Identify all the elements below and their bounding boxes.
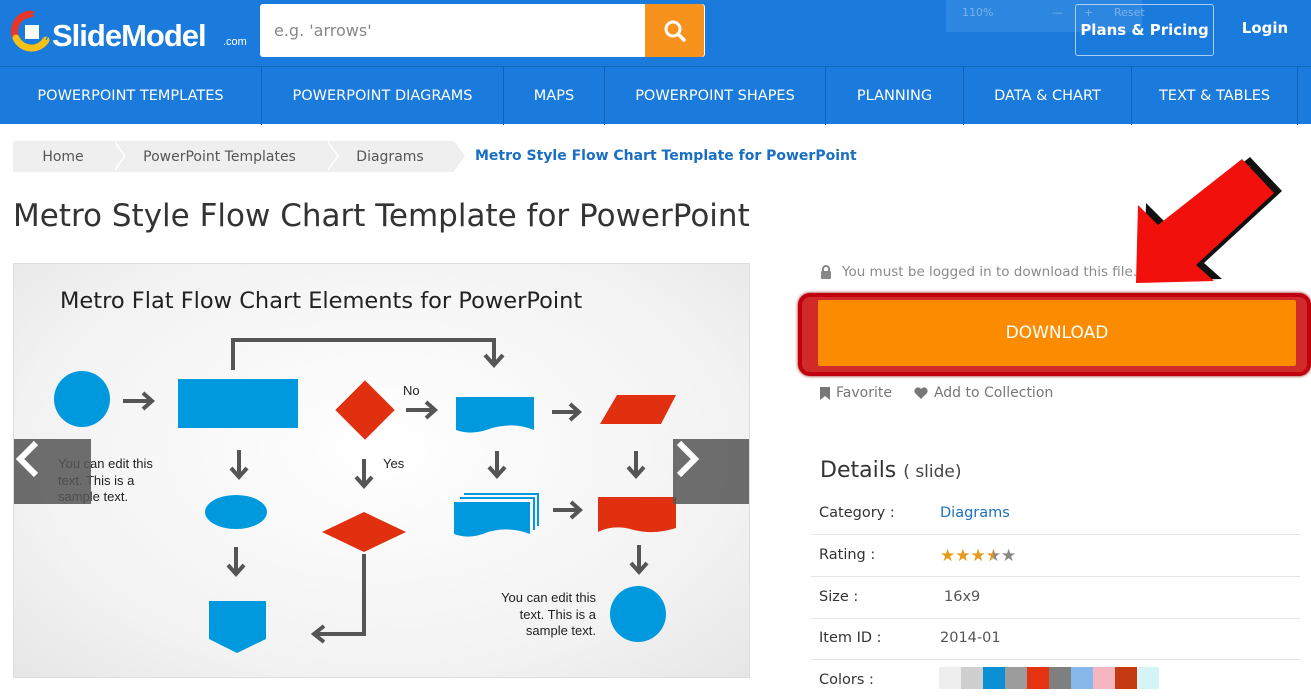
- color-swatch: [1137, 667, 1159, 689]
- add-to-collection-button[interactable]: Add to Collection: [914, 385, 1053, 401]
- chevron-right-icon: [676, 440, 700, 478]
- page-title: Metro Style Flow Chart Template for Powe…: [13, 198, 750, 234]
- heart-icon: [914, 387, 928, 399]
- zoom-level: 110%: [962, 6, 994, 19]
- size-key: Size :: [819, 589, 859, 605]
- detail-row-size: Size : 16x9: [811, 577, 1300, 619]
- login-link[interactable]: Login: [1228, 19, 1302, 37]
- logo-suffix: .com: [223, 36, 247, 48]
- zoom-out-icon[interactable]: —: [1052, 6, 1063, 19]
- color-swatch: [1115, 667, 1137, 689]
- main-nav: POWERPOINT TEMPLATES POWERPOINT DIAGRAMS…: [0, 66, 1311, 125]
- details-subtitle: ( slide): [903, 462, 962, 482]
- nav-text-tables[interactable]: TEXT & TABLES: [1132, 67, 1298, 125]
- nav-powerpoint-shapes[interactable]: POWERPOINT SHAPES: [605, 67, 826, 125]
- label-yes: Yes: [383, 456, 405, 471]
- favorite-label: Favorite: [836, 385, 892, 401]
- category-link[interactable]: Diagrams: [940, 505, 1010, 521]
- color-swatch: [1071, 667, 1093, 689]
- star-icon: ★: [1001, 546, 1017, 566]
- lock-icon: [821, 265, 831, 279]
- item-id-value: 2014-01: [940, 630, 1001, 646]
- color-swatch: [1049, 667, 1071, 689]
- prev-slide-button[interactable]: [14, 439, 91, 504]
- favorite-button[interactable]: Favorite: [820, 385, 892, 401]
- color-swatch: [961, 667, 983, 689]
- red-pointer-arrow-icon: [1136, 157, 1282, 283]
- color-swatch: [939, 667, 961, 689]
- nav-powerpoint-templates[interactable]: POWERPOINT TEMPLATES: [0, 67, 262, 125]
- label-no: No: [403, 383, 420, 398]
- rating-stars[interactable]: ★★★★★: [940, 546, 1016, 566]
- breadcrumb-powerpoint-templates[interactable]: PowerPoint Templates: [113, 141, 339, 172]
- nav-data-chart[interactable]: DATA & CHART: [964, 67, 1132, 125]
- size-value: 16x9: [944, 589, 981, 605]
- breadcrumb-diagrams[interactable]: Diagrams: [326, 141, 467, 172]
- color-swatches: [939, 667, 1159, 689]
- chevron-left-icon: [15, 440, 39, 478]
- bookmark-icon: [820, 386, 830, 400]
- color-swatch: [1027, 667, 1049, 689]
- detail-row-category: Category : Diagrams: [811, 493, 1300, 535]
- color-swatch: [1093, 667, 1115, 689]
- login-required-text: You must be logged in to download this f…: [842, 264, 1138, 280]
- nav-maps[interactable]: MAPS: [504, 67, 605, 125]
- star-icon: ★: [955, 546, 971, 566]
- nav-powerpoint-diagrams[interactable]: POWERPOINT DIAGRAMS: [262, 67, 504, 125]
- add-to-collection-label: Add to Collection: [933, 385, 1054, 401]
- item-id-key: Item ID :: [819, 630, 882, 646]
- details-heading: Details ( slide): [820, 458, 962, 483]
- favorite-collection-row: Favorite Add to Collection: [820, 385, 1053, 401]
- logo-mark-icon: [11, 10, 50, 52]
- star-icon: ★: [940, 546, 956, 566]
- search-box: [260, 4, 705, 57]
- star-icon: ★: [970, 546, 986, 566]
- details-title: Details: [820, 458, 897, 483]
- download-button[interactable]: DOWNLOAD: [818, 300, 1296, 366]
- slide-preview[interactable]: Metro Flat Flow Chart Elements for Power…: [13, 263, 750, 678]
- logo-text: SlideModel: [52, 18, 207, 53]
- half-star-icon: ★: [985, 546, 1001, 566]
- detail-row-rating: Rating : ★★★★★: [811, 535, 1300, 577]
- top-header: SlideModel .com 110% — + Reset Plans & P…: [0, 0, 1311, 66]
- detail-row-colors: Colors :: [811, 660, 1300, 697]
- color-swatch: [1005, 667, 1027, 689]
- colors-key: Colors :: [819, 672, 874, 688]
- slidemodel-logo[interactable]: SlideModel .com: [10, 6, 250, 58]
- search-icon: [664, 20, 686, 42]
- login-required-note: You must be logged in to download this f…: [820, 264, 1137, 280]
- sample-note-right: You can edit this text. This is a sample…: [501, 590, 596, 638]
- breadcrumb-current: Metro Style Flow Chart Template for Powe…: [475, 148, 857, 164]
- detail-row-item-id: Item ID : 2014-01: [811, 618, 1300, 660]
- rating-key: Rating :: [819, 547, 876, 563]
- next-slide-button[interactable]: [673, 439, 749, 504]
- breadcrumb-home[interactable]: Home: [13, 141, 126, 172]
- search-input[interactable]: [260, 4, 645, 57]
- nav-planning[interactable]: PLANNING: [826, 67, 964, 125]
- color-swatch: [983, 667, 1005, 689]
- plans-pricing-button[interactable]: Plans & Pricing: [1075, 4, 1214, 56]
- search-button[interactable]: [645, 4, 704, 57]
- category-key: Category :: [819, 505, 895, 521]
